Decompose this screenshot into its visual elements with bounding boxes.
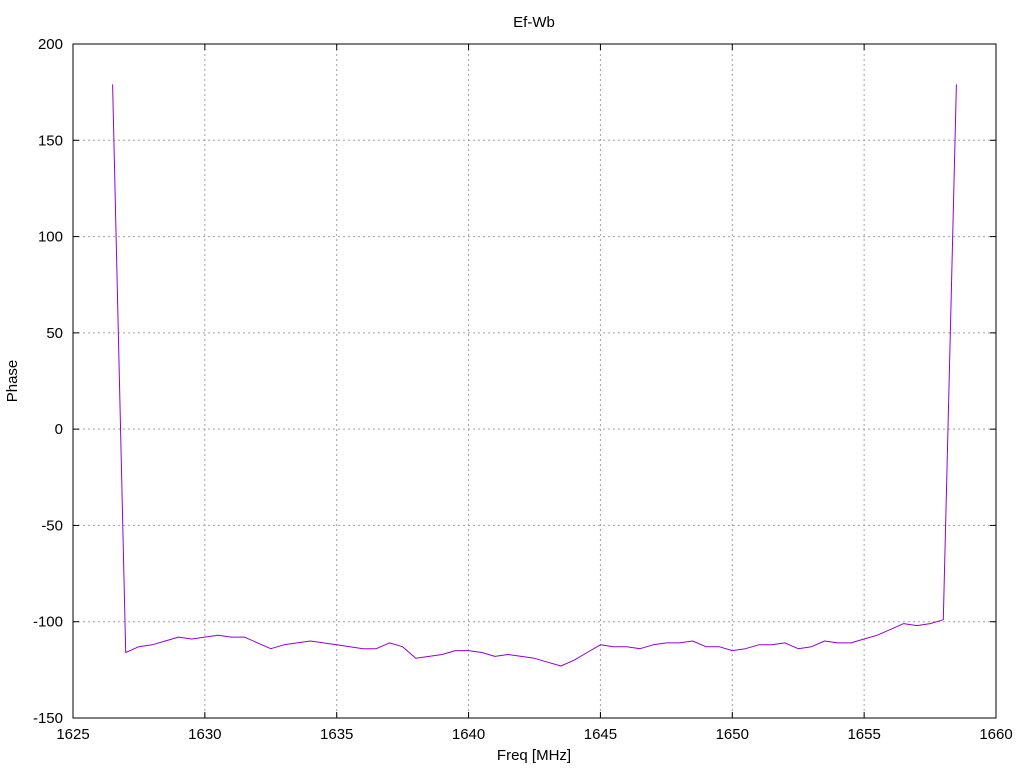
- y-tick-label: -50: [41, 517, 63, 534]
- x-tick-label: 1650: [716, 726, 749, 743]
- series-layer: [112, 84, 957, 667]
- chart-svg: 1625 1630 1635 1640 1645 1650 1655 1660 -150 -10…: [4, 14, 1013, 764]
- x-tick-label: 1660: [979, 726, 1012, 743]
- y-tick-label: -150: [33, 710, 63, 727]
- plot-frame: [72, 43, 997, 719]
- x-tick-label: 1630: [188, 726, 221, 743]
- x-tick-label: 1655: [847, 726, 880, 743]
- y-tick-label: -100: [33, 614, 63, 631]
- series-line-0: [112, 84, 957, 667]
- y-tick-labels: -150 -100 -50 0 50 100 150 200: [33, 36, 63, 727]
- tick-marks: [72, 43, 997, 719]
- x-axis-label: Freq [MHz]: [497, 747, 571, 764]
- x-tick-label: 1625: [56, 726, 89, 743]
- chart: 1625 1630 1635 1640 1645 1650 1655 1660 -150 -10…: [0, 0, 1024, 768]
- y-tick-label: 100: [38, 229, 63, 246]
- y-tick-label: 150: [38, 132, 63, 149]
- x-tick-label: 1635: [320, 726, 353, 743]
- y-tick-label: 0: [55, 421, 63, 438]
- x-tick-labels: 1625 1630 1635 1640 1645 1650 1655 1660: [56, 726, 1012, 743]
- y-axis-label: Phase: [4, 360, 21, 403]
- y-tick-label: 50: [46, 325, 63, 342]
- chart-title: Ef-Wb: [513, 14, 555, 31]
- x-tick-label: 1645: [584, 726, 617, 743]
- grid-lines: [73, 44, 996, 718]
- x-tick-label: 1640: [452, 726, 485, 743]
- y-tick-label: 200: [38, 36, 63, 53]
